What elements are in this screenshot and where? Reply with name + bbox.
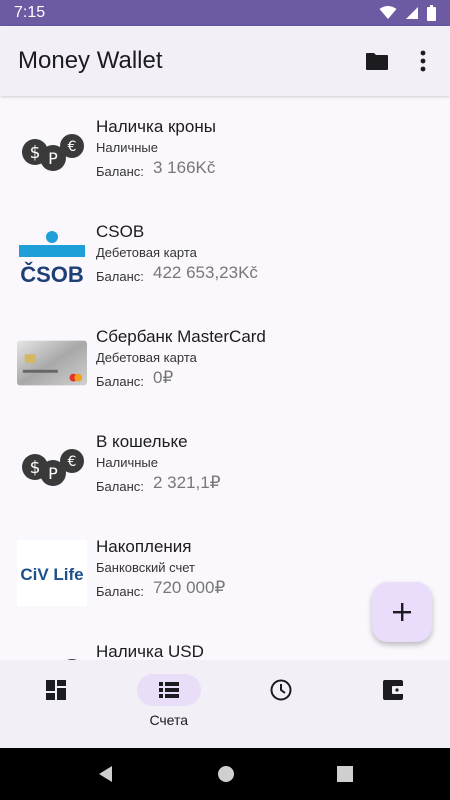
cash-coins-icon: $ Р € <box>17 437 87 499</box>
more-vert-icon <box>420 50 426 72</box>
account-type: Дебетовая карта <box>96 350 197 365</box>
balance-label: Баланс: <box>96 374 144 389</box>
sberbank-card-image <box>17 332 87 394</box>
home-icon[interactable] <box>217 765 235 783</box>
recents-icon[interactable] <box>337 766 353 782</box>
nav-label-accounts: Счета <box>149 712 189 728</box>
svg-text:$: $ <box>30 458 41 478</box>
csob-logo: ČSOB <box>17 227 87 289</box>
back-icon[interactable] <box>97 765 115 783</box>
balance-label: Баланс: <box>96 164 144 179</box>
app-title: Money Wallet <box>18 47 163 74</box>
dashboard-icon <box>46 680 67 700</box>
nav-item-wallet[interactable] <box>338 660 450 748</box>
svg-text:€: € <box>68 139 77 155</box>
balance-value: 3 166Kč <box>153 158 216 177</box>
balance-value: 2 321,1₽ <box>153 473 221 492</box>
civ-life-logo: CiV Life <box>17 540 87 606</box>
balance-label: Баланс: <box>96 584 144 599</box>
system-navigation-bar <box>0 748 450 800</box>
folder-button[interactable] <box>364 48 390 74</box>
balance-label: Баланс: <box>96 269 144 284</box>
app-bar: Money Wallet <box>0 26 450 96</box>
account-type: Наличные <box>96 140 158 155</box>
csob-logo-text: ČSOB <box>20 262 84 286</box>
account-name: Наличка USD <box>96 642 204 660</box>
nav-item-dashboard[interactable] <box>0 660 113 748</box>
account-name: Накопления <box>96 537 192 556</box>
balance-label: Баланс: <box>96 479 144 494</box>
balance-value: 422 653,23Kč <box>153 263 258 282</box>
account-type: Банковский счет <box>96 560 195 575</box>
svg-text:$: $ <box>30 143 41 163</box>
account-name: Сбербанк MasterCard <box>96 327 266 346</box>
svg-text:€: € <box>68 454 77 470</box>
svg-text:Р: Р <box>48 464 58 483</box>
account-item[interactable]: $ Р € Наличка кроны Наличные Баланс: 3 1… <box>0 96 450 201</box>
cash-coins-icon <box>17 647 87 660</box>
battery-icon <box>427 5 436 21</box>
folder-icon <box>366 53 388 70</box>
account-type: Дебетовая карта <box>96 245 197 260</box>
account-type: Наличные <box>96 455 158 470</box>
account-item[interactable]: ČSOB CSOB Дебетовая карта Баланс: 422 65… <box>0 201 450 306</box>
civ-life-logo-text: CiV Life <box>20 565 83 584</box>
balance-value: 0₽ <box>153 368 174 387</box>
bottom-navigation: Счета <box>0 660 450 748</box>
add-icon <box>393 603 411 621</box>
cash-coins-icon: $ Р € <box>17 122 87 184</box>
status-bar: 7:15 <box>0 0 450 26</box>
more-options-button[interactable] <box>410 48 436 74</box>
status-time: 7:15 <box>14 4 46 21</box>
account-item[interactable]: $ Р € В кошельке Наличные Баланс: 2 321,… <box>0 411 450 516</box>
status-icons <box>379 5 436 21</box>
wallet-icon <box>382 680 405 700</box>
account-name: Наличка кроны <box>96 117 216 136</box>
account-name: CSOB <box>96 222 145 241</box>
nav-item-accounts[interactable]: Счета <box>113 660 226 748</box>
accounts-list[interactable]: $ Р € Наличка кроны Наличные Баланс: 3 1… <box>0 96 450 660</box>
add-account-button[interactable] <box>372 582 432 642</box>
wifi-icon <box>379 6 397 19</box>
signal-icon <box>406 7 418 19</box>
list-icon <box>158 682 179 698</box>
clock-icon <box>270 679 292 701</box>
nav-item-history[interactable] <box>225 660 338 748</box>
svg-text:Р: Р <box>48 149 58 168</box>
account-item[interactable]: Сбербанк MasterCard Дебетовая карта Бала… <box>0 306 450 411</box>
balance-value: 720 000₽ <box>153 578 226 597</box>
account-name: В кошельке <box>96 432 188 451</box>
